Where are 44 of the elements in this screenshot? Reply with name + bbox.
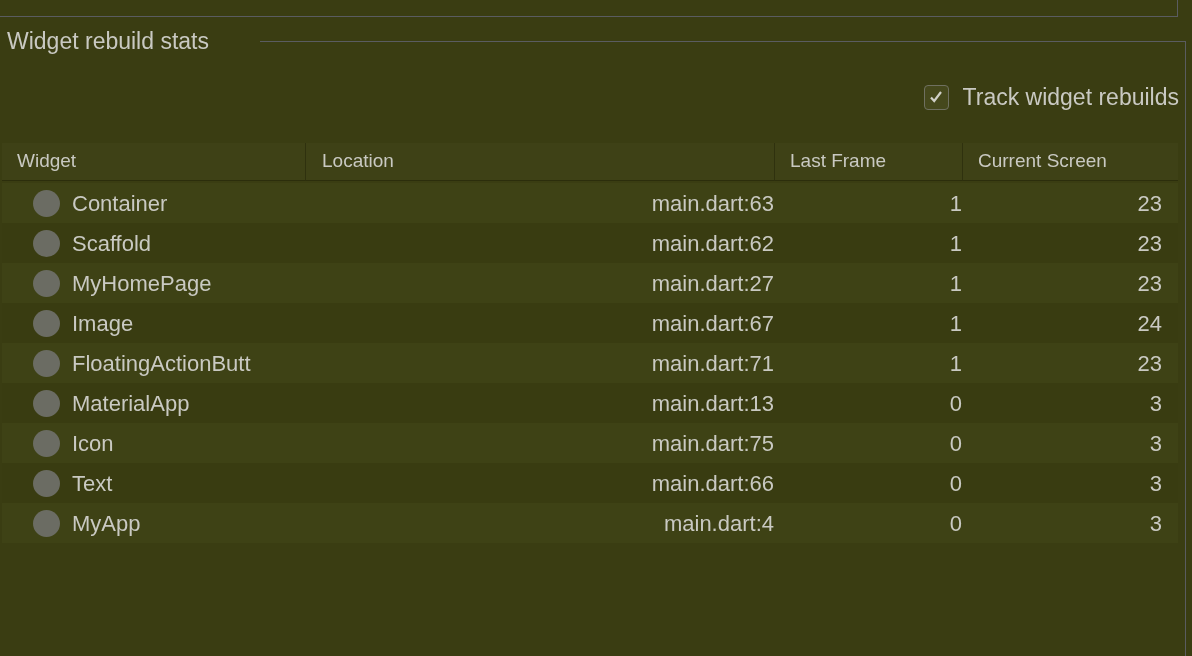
last-frame-cell-text: 1 bbox=[949, 269, 962, 298]
current-screen-cell-text: 3 bbox=[1149, 389, 1162, 418]
last-frame-cell-text: 0 bbox=[949, 389, 962, 418]
location-cell-text: main.dart:71 bbox=[651, 349, 774, 378]
group-title: Widget rebuild stats bbox=[7, 27, 209, 56]
last-frame-cell-text: 0 bbox=[949, 509, 962, 538]
last-frame-cell-text: 1 bbox=[949, 189, 962, 218]
last-frame-cell-text: 0 bbox=[949, 469, 962, 498]
current-screen-cell-text: 3 bbox=[1149, 429, 1162, 458]
location-cell-text: main.dart:62 bbox=[651, 229, 774, 258]
location-cell-text: main.dart:67 bbox=[651, 309, 774, 338]
last-frame-cell-text: 0 bbox=[949, 429, 962, 458]
current-screen-cell-text: 24 bbox=[1137, 309, 1162, 338]
last-frame-cell-text: 1 bbox=[949, 349, 962, 378]
column-header[interactable]: Location bbox=[306, 143, 775, 181]
location-cell-text: main.dart:27 bbox=[651, 269, 774, 298]
last-frame-cell-text: 1 bbox=[949, 229, 962, 258]
widget-name: Text bbox=[72, 469, 113, 498]
widget-name: MyApp bbox=[72, 509, 141, 538]
location-cell-text: main.dart:13 bbox=[651, 389, 774, 418]
column-header[interactable]: Current Screen bbox=[963, 143, 1178, 181]
widget-name: MaterialApp bbox=[72, 389, 190, 418]
column-header[interactable]: Last Frame bbox=[775, 143, 963, 181]
current-screen-cell-text: 23 bbox=[1137, 229, 1162, 258]
current-screen-cell-text: 23 bbox=[1137, 269, 1162, 298]
track-rebuilds-checkbox[interactable] bbox=[923, 84, 949, 110]
widget-name: MyHomePage bbox=[72, 269, 212, 298]
location-cell-text: main.dart:75 bbox=[651, 429, 774, 458]
widget-name: Scaffold bbox=[72, 229, 152, 258]
column-header[interactable]: Widget bbox=[2, 143, 306, 181]
widget-name: FloatingActionButt bbox=[72, 349, 251, 378]
last-frame-cell-text: 1 bbox=[949, 309, 962, 338]
current-screen-cell-text: 23 bbox=[1137, 189, 1162, 218]
track-rebuilds-label: Track widget rebuilds bbox=[962, 82, 1179, 112]
location-cell-text: main.dart:4 bbox=[663, 509, 774, 538]
check-icon bbox=[928, 89, 945, 105]
location-cell-text: main.dart:66 bbox=[651, 469, 774, 498]
current-screen-cell-text: 3 bbox=[1149, 469, 1162, 498]
widget-name: Container bbox=[72, 189, 168, 218]
widget-name: Image bbox=[72, 309, 134, 338]
current-screen-cell-text: 23 bbox=[1137, 349, 1162, 378]
location-cell-text: main.dart:63 bbox=[651, 189, 774, 218]
widget-name: Icon bbox=[72, 429, 114, 458]
current-screen-cell-text: 3 bbox=[1149, 509, 1162, 538]
